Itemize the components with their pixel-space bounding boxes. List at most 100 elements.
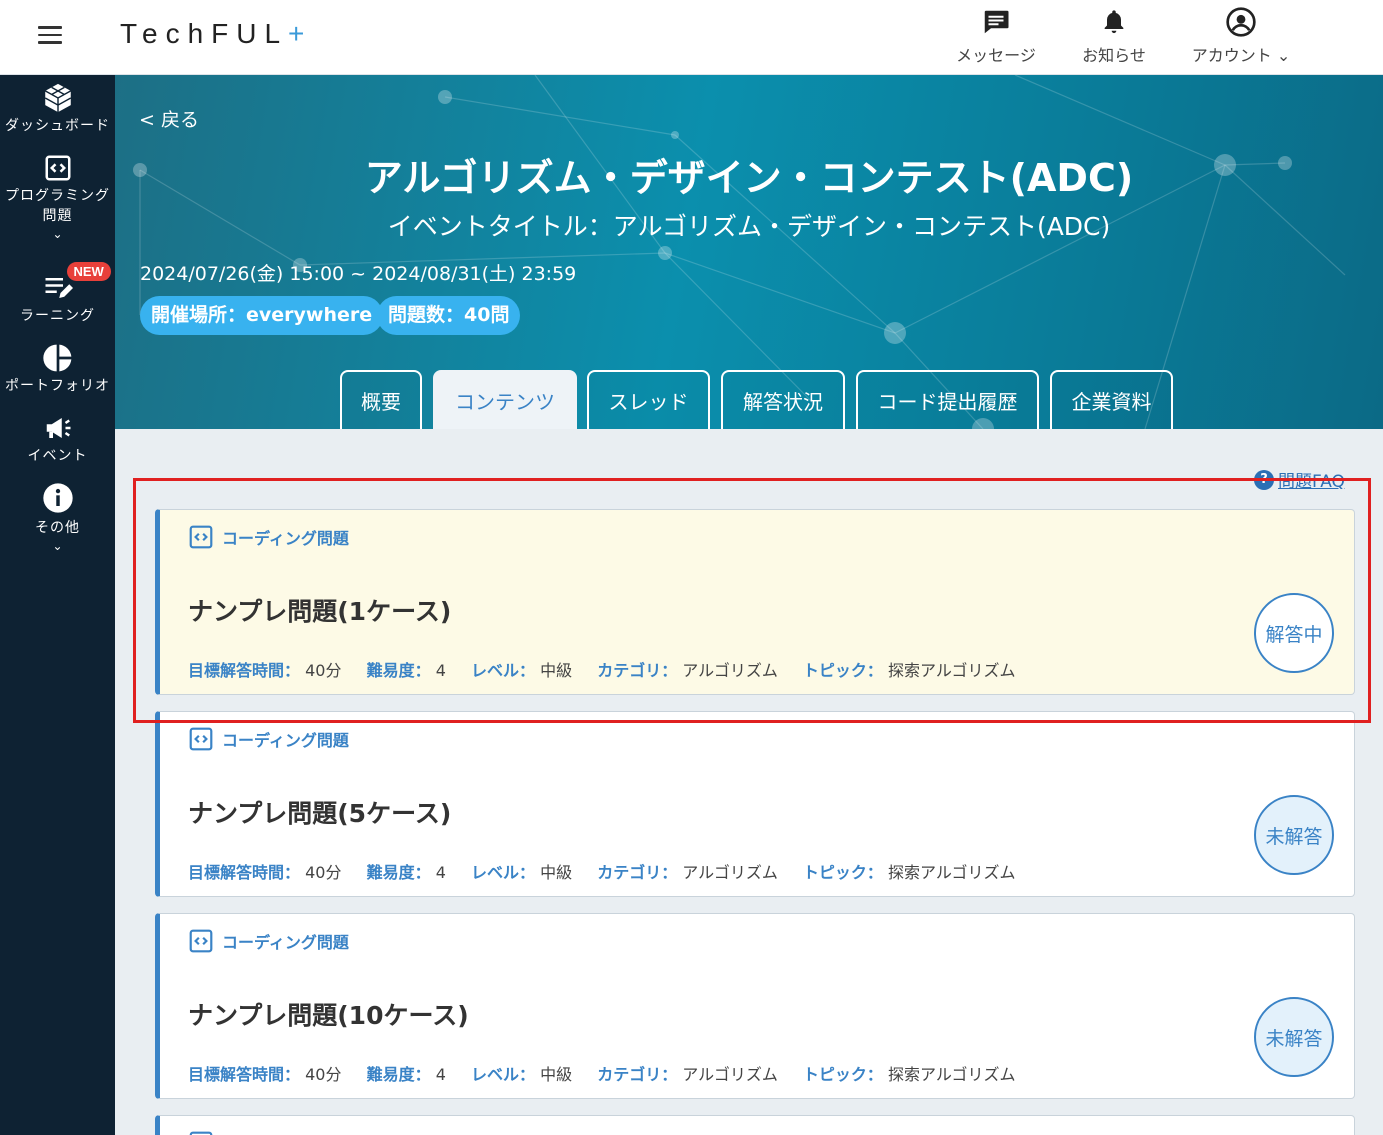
problem-count-badge: 問題数：40問 bbox=[377, 296, 521, 335]
meta-key-time: 目標解答時間： bbox=[188, 863, 301, 882]
bell-icon bbox=[1100, 6, 1128, 38]
problem-type: コーディング問題 bbox=[188, 524, 349, 550]
meta-key-topic: トピック： bbox=[802, 1065, 883, 1084]
meta-key-difficulty: 難易度： bbox=[366, 661, 431, 680]
meta-key-difficulty: 難易度： bbox=[366, 863, 431, 882]
problem-type-label: コーディング問題 bbox=[222, 933, 349, 952]
code-icon bbox=[189, 727, 213, 751]
code-icon bbox=[189, 929, 213, 953]
sidebar-item-learning[interactable]: NEW ラーニング bbox=[0, 262, 115, 326]
event-title: アルゴリズム・デザイン・コンテスト(ADC) bbox=[364, 156, 1134, 200]
meta-time: 40分 bbox=[305, 863, 342, 882]
meta-topic: 探索アルゴリズム bbox=[888, 1065, 1016, 1084]
meta-key-level: レベル： bbox=[470, 863, 535, 882]
pie-chart-icon bbox=[42, 340, 74, 376]
venue-badge: 開催場所：everywhere bbox=[140, 296, 384, 335]
meta-key-difficulty: 難易度： bbox=[366, 1065, 431, 1084]
sidebar-label-event: イベント bbox=[27, 448, 88, 464]
tab-company-materials[interactable]: 企業資料 bbox=[1050, 370, 1173, 429]
meta-key-category: カテゴリ： bbox=[597, 863, 678, 882]
tab-overview[interactable]: 概要 bbox=[340, 370, 422, 429]
problem-type: コーディング問題 bbox=[188, 928, 349, 954]
status-badge: 未解答 bbox=[1254, 795, 1334, 875]
top-header: TechFUL+ メッセージ お知らせ アカウント ⌄ bbox=[0, 0, 1383, 75]
problem-title: ナンプレ問題(1ケース) bbox=[188, 597, 452, 626]
messages-label: メッセージ bbox=[956, 46, 1036, 65]
meta-level: 中級 bbox=[540, 1065, 573, 1084]
event-subtitle: イベントタイトル：アルゴリズム・デザイン・コンテスト(ADC) bbox=[387, 212, 1111, 241]
messages-button[interactable]: メッセージ bbox=[952, 6, 1040, 66]
code-icon bbox=[43, 150, 73, 186]
techful-logo[interactable]: TechFUL+ bbox=[120, 18, 304, 50]
meta-key-category: カテゴリ： bbox=[597, 661, 678, 680]
meta-difficulty: 4 bbox=[435, 863, 446, 882]
code-icon bbox=[189, 525, 213, 549]
code-icon bbox=[189, 1131, 213, 1135]
problem-type bbox=[188, 1130, 222, 1135]
sidebar-item-event[interactable]: イベント bbox=[0, 410, 115, 466]
chevron-down-icon: ⌄ bbox=[52, 227, 63, 241]
event-banner: < 戻る アルゴリズム・デザイン・コンテスト(ADC) イベントタイトル：アルゴ… bbox=[115, 75, 1383, 429]
new-badge: NEW bbox=[66, 262, 111, 281]
meta-key-level: レベル： bbox=[470, 661, 535, 680]
sidebar-item-portfolio[interactable]: ポートフォリオ bbox=[0, 340, 115, 396]
tab-answer-status[interactable]: 解答状況 bbox=[721, 370, 845, 429]
meta-difficulty: 4 bbox=[435, 1065, 446, 1084]
logo-text: TechFUL bbox=[120, 18, 289, 49]
account-menu-button[interactable]: アカウント ⌄ bbox=[1186, 6, 1296, 66]
info-icon bbox=[42, 480, 74, 516]
status-badge: 解答中 bbox=[1254, 593, 1334, 673]
account-icon bbox=[1225, 6, 1257, 38]
meta-time: 40分 bbox=[305, 661, 342, 680]
problem-meta: 目標解答時間： 40分 難易度： 4 レベル： 中級 カテゴリ： アルゴリズム … bbox=[188, 859, 1036, 883]
meta-key-time: 目標解答時間： bbox=[188, 1065, 301, 1084]
sidebar-label-portfolio: ポートフォリオ bbox=[5, 378, 110, 394]
notifications-button[interactable]: お知らせ bbox=[1078, 6, 1150, 66]
meta-key-level: レベル： bbox=[470, 1065, 535, 1084]
hamburger-menu-icon[interactable] bbox=[38, 26, 62, 44]
meta-level: 中級 bbox=[540, 661, 573, 680]
problem-title: ナンプレ問題(10ケース) bbox=[188, 1001, 469, 1030]
meta-key-topic: トピック： bbox=[802, 661, 883, 680]
meta-topic: 探索アルゴリズム bbox=[888, 661, 1016, 680]
problem-card[interactable]: コーディング問題 ナンプレ問題(5ケース) 目標解答時間： 40分 難易度： 4… bbox=[155, 711, 1355, 897]
problem-card[interactable]: コーディング問題 ナンプレ問題(1ケース) 目標解答時間： 40分 難易度： 4… bbox=[155, 509, 1355, 695]
logo-plus: + bbox=[288, 18, 305, 49]
problem-faq-link[interactable]: ? 問題FAQ bbox=[1254, 467, 1345, 492]
sidebar-item-other[interactable]: その他 ⌄ bbox=[0, 480, 115, 552]
meta-difficulty: 4 bbox=[435, 661, 446, 680]
problem-meta: 目標解答時間： 40分 難易度： 4 レベル： 中級 カテゴリ： アルゴリズム … bbox=[188, 657, 1036, 681]
tab-contents[interactable]: コンテンツ bbox=[433, 370, 577, 429]
meta-key-category: カテゴリ： bbox=[597, 1065, 678, 1084]
meta-category: アルゴリズム bbox=[682, 863, 778, 882]
meta-key-topic: トピック： bbox=[802, 863, 883, 882]
tab-submission-history[interactable]: コード提出履歴 bbox=[856, 370, 1039, 429]
notifications-label: お知らせ bbox=[1082, 46, 1146, 65]
sidebar-label-other: その他 bbox=[35, 520, 80, 536]
problem-card[interactable]: コーディング問題 ナンプレ問題(10ケース) 目標解答時間： 40分 難易度： … bbox=[155, 913, 1355, 1099]
tab-threads[interactable]: スレッド bbox=[587, 370, 710, 429]
meta-category: アルゴリズム bbox=[682, 661, 778, 680]
meta-key-time: 目標解答時間： bbox=[188, 661, 301, 680]
problem-type-label: コーディング問題 bbox=[222, 731, 349, 750]
event-date: 2024/07/26(金) 15:00 ~ 2024/08/31(土) 23:5… bbox=[140, 263, 577, 285]
megaphone-icon bbox=[42, 410, 74, 446]
cube-icon bbox=[41, 80, 75, 116]
sidebar-item-dashboard[interactable]: ダッシュボード bbox=[0, 80, 115, 136]
status-badge: 未解答 bbox=[1254, 997, 1334, 1077]
sidebar-label-dashboard: ダッシュボード bbox=[5, 118, 110, 134]
back-link[interactable]: < 戻る bbox=[139, 105, 199, 132]
problem-title: ナンプレ問題(5ケース) bbox=[188, 799, 452, 828]
sidebar-item-programming[interactable]: プログラミング 問題 ⌄ bbox=[0, 150, 115, 240]
sidebar: ダッシュボード プログラミング 問題 ⌄ NEW ラーニング ポートフォリオ イ… bbox=[0, 75, 115, 1135]
problem-card[interactable] bbox=[155, 1115, 1355, 1135]
sidebar-label-learning: ラーニング bbox=[20, 308, 95, 324]
meta-category: アルゴリズム bbox=[682, 1065, 778, 1084]
chevron-down-icon: ⌄ bbox=[52, 539, 63, 553]
sidebar-label-programming: プログラミング 問題 bbox=[5, 188, 110, 224]
message-icon bbox=[981, 6, 1011, 38]
account-label: アカウント ⌄ bbox=[1191, 46, 1291, 65]
problem-type: コーディング問題 bbox=[188, 726, 349, 752]
meta-topic: 探索アルゴリズム bbox=[888, 863, 1016, 882]
problem-type-label: コーディング問題 bbox=[222, 529, 349, 548]
